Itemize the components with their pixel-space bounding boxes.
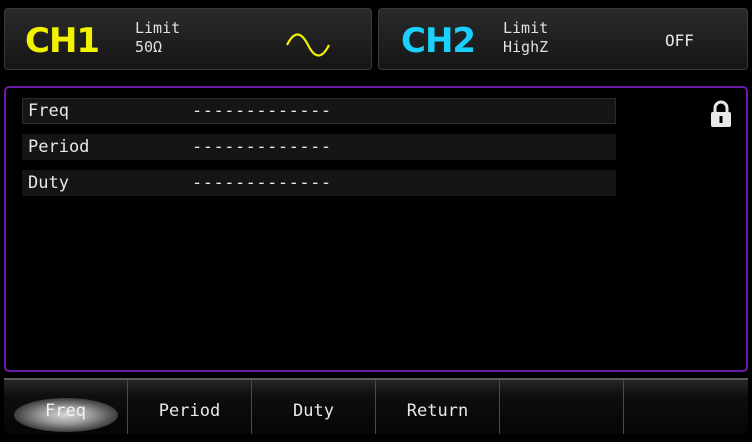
softkey-label: Duty (293, 401, 334, 421)
channel-header: CH1 Limit 50Ω CH2 Limit HighZ OFF (0, 0, 752, 78)
softkey-menu: Freq Period Duty Return (4, 378, 748, 434)
softkey-return[interactable]: Return (376, 380, 500, 434)
ch2-output-state: OFF (665, 31, 694, 50)
softkey-duty[interactable]: Duty (252, 380, 376, 434)
softkey-label: Freq (45, 401, 86, 421)
ch1-status[interactable]: CH1 Limit 50Ω (4, 8, 372, 70)
ch2-label: CH2 (401, 21, 476, 61)
param-row-duty[interactable]: Duty ------------- (22, 170, 616, 196)
param-value: ------------- (192, 137, 332, 157)
param-value: ------------- (192, 173, 332, 193)
ch2-load: HighZ (503, 38, 549, 56)
param-label: Period (28, 137, 90, 157)
ch2-mode: Limit (503, 19, 549, 37)
param-row-period[interactable]: Period ------------- (22, 134, 616, 160)
ch2-status[interactable]: CH2 Limit HighZ OFF (378, 8, 748, 70)
softkey-5[interactable] (500, 380, 624, 434)
sine-wave-icon (286, 33, 330, 57)
ch1-load: 50Ω (135, 38, 163, 56)
softkey-label: Return (406, 401, 469, 421)
ch1-label: CH1 (25, 21, 100, 61)
softkey-label: Period (158, 401, 221, 421)
ch1-mode: Limit (135, 19, 181, 37)
ch1-info: Limit 50Ω (135, 19, 180, 57)
softkey-6[interactable] (624, 380, 748, 434)
param-label: Duty (28, 173, 69, 193)
softkey-period[interactable]: Period (128, 380, 252, 434)
lock-icon (711, 100, 731, 127)
parameter-panel: Freq ------------- Period ------------- … (4, 86, 748, 372)
param-value: ------------- (192, 101, 332, 121)
softkey-freq[interactable]: Freq (4, 380, 128, 434)
param-row-freq[interactable]: Freq ------------- (22, 98, 616, 124)
param-label: Freq (28, 101, 69, 121)
ch2-info: Limit HighZ (503, 19, 548, 57)
